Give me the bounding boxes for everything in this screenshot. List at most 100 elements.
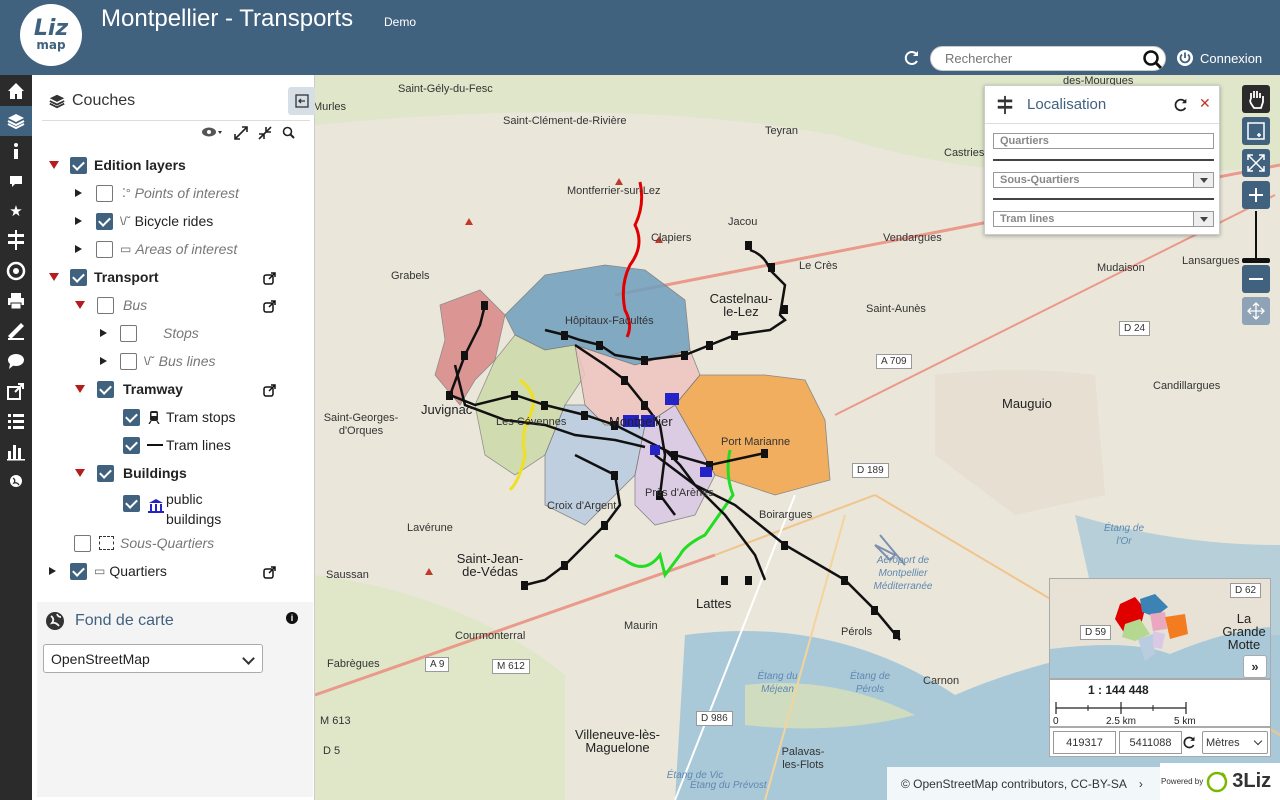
share-layer-icon[interactable]	[263, 566, 276, 579]
home-icon[interactable]	[0, 76, 32, 106]
overview-map[interactable]: D 59 La Grande Motte D 62	[1049, 578, 1271, 679]
list-icon[interactable]	[0, 406, 32, 436]
share-layer-icon[interactable]	[263, 384, 276, 397]
place-label: Étang de Pérols	[849, 671, 891, 695]
layer-checkbox[interactable]	[123, 408, 140, 426]
layer-transport[interactable]: Transport	[49, 264, 279, 290]
layer-points-of-interest[interactable]: ⁚° Points of interest	[75, 180, 239, 206]
layer-checkbox[interactable]	[70, 156, 87, 174]
expand-arrow-icon[interactable]	[75, 245, 82, 253]
layer-checkbox[interactable]	[123, 495, 140, 512]
side-menu: ★	[0, 75, 32, 800]
collapse-arrow-icon[interactable]	[49, 161, 59, 169]
zoom-layer-icon[interactable]	[282, 126, 295, 143]
zoom-in-button[interactable]	[1242, 181, 1270, 209]
layer-edition-layers[interactable]: Edition layers	[49, 152, 186, 178]
building-symbol-icon	[148, 499, 164, 513]
layer-checkbox[interactable]	[97, 380, 114, 398]
layer-checkbox[interactable]	[123, 436, 140, 454]
layer-checkbox[interactable]	[96, 212, 113, 230]
unit-select[interactable]: Mètres	[1202, 731, 1268, 754]
collapse-arrow-icon[interactable]	[75, 301, 85, 309]
share-layer-icon[interactable]	[263, 272, 276, 285]
layer-checkbox[interactable]	[97, 296, 114, 314]
measure-icon[interactable]	[0, 316, 32, 346]
pan-icon[interactable]	[1242, 85, 1270, 113]
login-button[interactable]: Connexion	[1176, 49, 1262, 67]
collapse-all-icon[interactable]	[258, 126, 272, 143]
collapse-dock-button[interactable]	[288, 87, 316, 115]
layer-bus[interactable]: Bus	[75, 292, 147, 318]
quartiers-field[interactable]: Quartiers	[993, 133, 1214, 149]
place-label: Candillargues	[1153, 380, 1221, 392]
collapse-arrow-icon[interactable]	[75, 385, 85, 393]
visibility-icon[interactable]	[202, 126, 224, 143]
layer-checkbox[interactable]	[74, 534, 91, 552]
layer-bicycle-rides[interactable]: \/ˇ Bicycle rides	[75, 208, 213, 234]
refresh-icon[interactable]	[903, 49, 923, 69]
expand-all-icon[interactable]	[234, 126, 248, 143]
zoom-slider[interactable]	[1255, 211, 1257, 259]
layer-sous-quartiers[interactable]: Sous-Quartiers	[74, 530, 214, 556]
share-icon[interactable]	[0, 376, 32, 406]
zoom-extent-icon[interactable]	[1242, 149, 1270, 177]
layer-label: Bus lines	[158, 353, 216, 369]
layer-label: Bicycle rides	[134, 213, 214, 229]
layer-checkbox[interactable]	[120, 352, 137, 370]
search-input[interactable]	[945, 47, 1145, 70]
layer-quartiers[interactable]: ▭ Quartiers	[49, 558, 167, 584]
close-icon[interactable]: ✕	[1199, 95, 1211, 112]
globe-icon[interactable]	[0, 466, 32, 496]
collapse-arrow-icon[interactable]	[75, 469, 85, 477]
print-icon[interactable]	[0, 286, 32, 316]
refresh-icon[interactable]	[1173, 97, 1189, 117]
geolocate-icon[interactable]	[1242, 297, 1270, 325]
layer-checkbox[interactable]	[70, 268, 87, 286]
layer-checkbox[interactable]	[70, 562, 87, 580]
layer-checkbox[interactable]	[120, 324, 137, 342]
info-icon[interactable]: i	[286, 612, 298, 624]
refresh-icon[interactable]	[1182, 735, 1197, 755]
zoom-out-button[interactable]	[1242, 265, 1270, 293]
layer-stops[interactable]: Stops	[100, 320, 199, 346]
share-layer-icon[interactable]	[263, 300, 276, 313]
expand-arrow-icon[interactable]	[49, 567, 56, 575]
zoom-box-icon[interactable]	[1242, 117, 1270, 145]
layer-tram-lines[interactable]: Tram lines	[123, 432, 231, 458]
expand-arrow-icon[interactable]	[100, 329, 107, 337]
layer-public-buildings[interactable]: public buildings	[123, 489, 226, 529]
layer-buildings[interactable]: Buildings	[75, 460, 187, 486]
info-icon[interactable]	[0, 136, 32, 166]
layer-checkbox[interactable]	[97, 464, 114, 482]
powered-by[interactable]: Powered by 3Liz	[1160, 763, 1280, 800]
attribution-toggle[interactable]: ›	[1139, 777, 1143, 791]
layers-icon[interactable]	[0, 106, 32, 136]
chat-icon[interactable]	[0, 346, 32, 376]
layer-tramway[interactable]: Tramway	[75, 376, 183, 402]
layer-tram-stops[interactable]: Tram stops	[123, 404, 236, 430]
lizmap-logo[interactable]: Liz map	[20, 4, 82, 66]
comment-icon[interactable]	[0, 166, 32, 196]
zoom-slider-handle[interactable]	[1242, 258, 1270, 263]
expand-arrow-icon[interactable]	[75, 189, 82, 197]
overview-toggle-button[interactable]: »	[1243, 655, 1267, 678]
search-box[interactable]	[930, 46, 1166, 71]
sous-quartiers-select[interactable]: Sous-Quartiers	[993, 172, 1214, 188]
target-icon[interactable]	[0, 256, 32, 286]
tram-lines-select[interactable]: Tram lines	[993, 211, 1214, 227]
basemap-select[interactable]: OpenStreetMap	[43, 644, 263, 673]
star-icon[interactable]: ★	[0, 196, 32, 226]
search-icon[interactable]	[1142, 49, 1163, 70]
location-icon[interactable]	[0, 224, 32, 256]
chart-icon[interactable]	[0, 436, 32, 466]
layer-areas-of-interest[interactable]: ▭ Areas of interest	[75, 236, 237, 262]
expand-arrow-icon[interactable]	[75, 217, 82, 225]
place-label: Saussan	[326, 569, 369, 581]
collapse-arrow-icon[interactable]	[49, 273, 59, 281]
layer-checkbox[interactable]	[96, 240, 113, 258]
layer-bus-lines[interactable]: \/ˇ Bus lines	[100, 348, 215, 374]
layer-checkbox[interactable]	[96, 184, 113, 202]
place-label: Le Crès	[799, 260, 838, 272]
place-label: Étang du Prévost	[690, 780, 767, 791]
expand-arrow-icon[interactable]	[100, 357, 107, 365]
